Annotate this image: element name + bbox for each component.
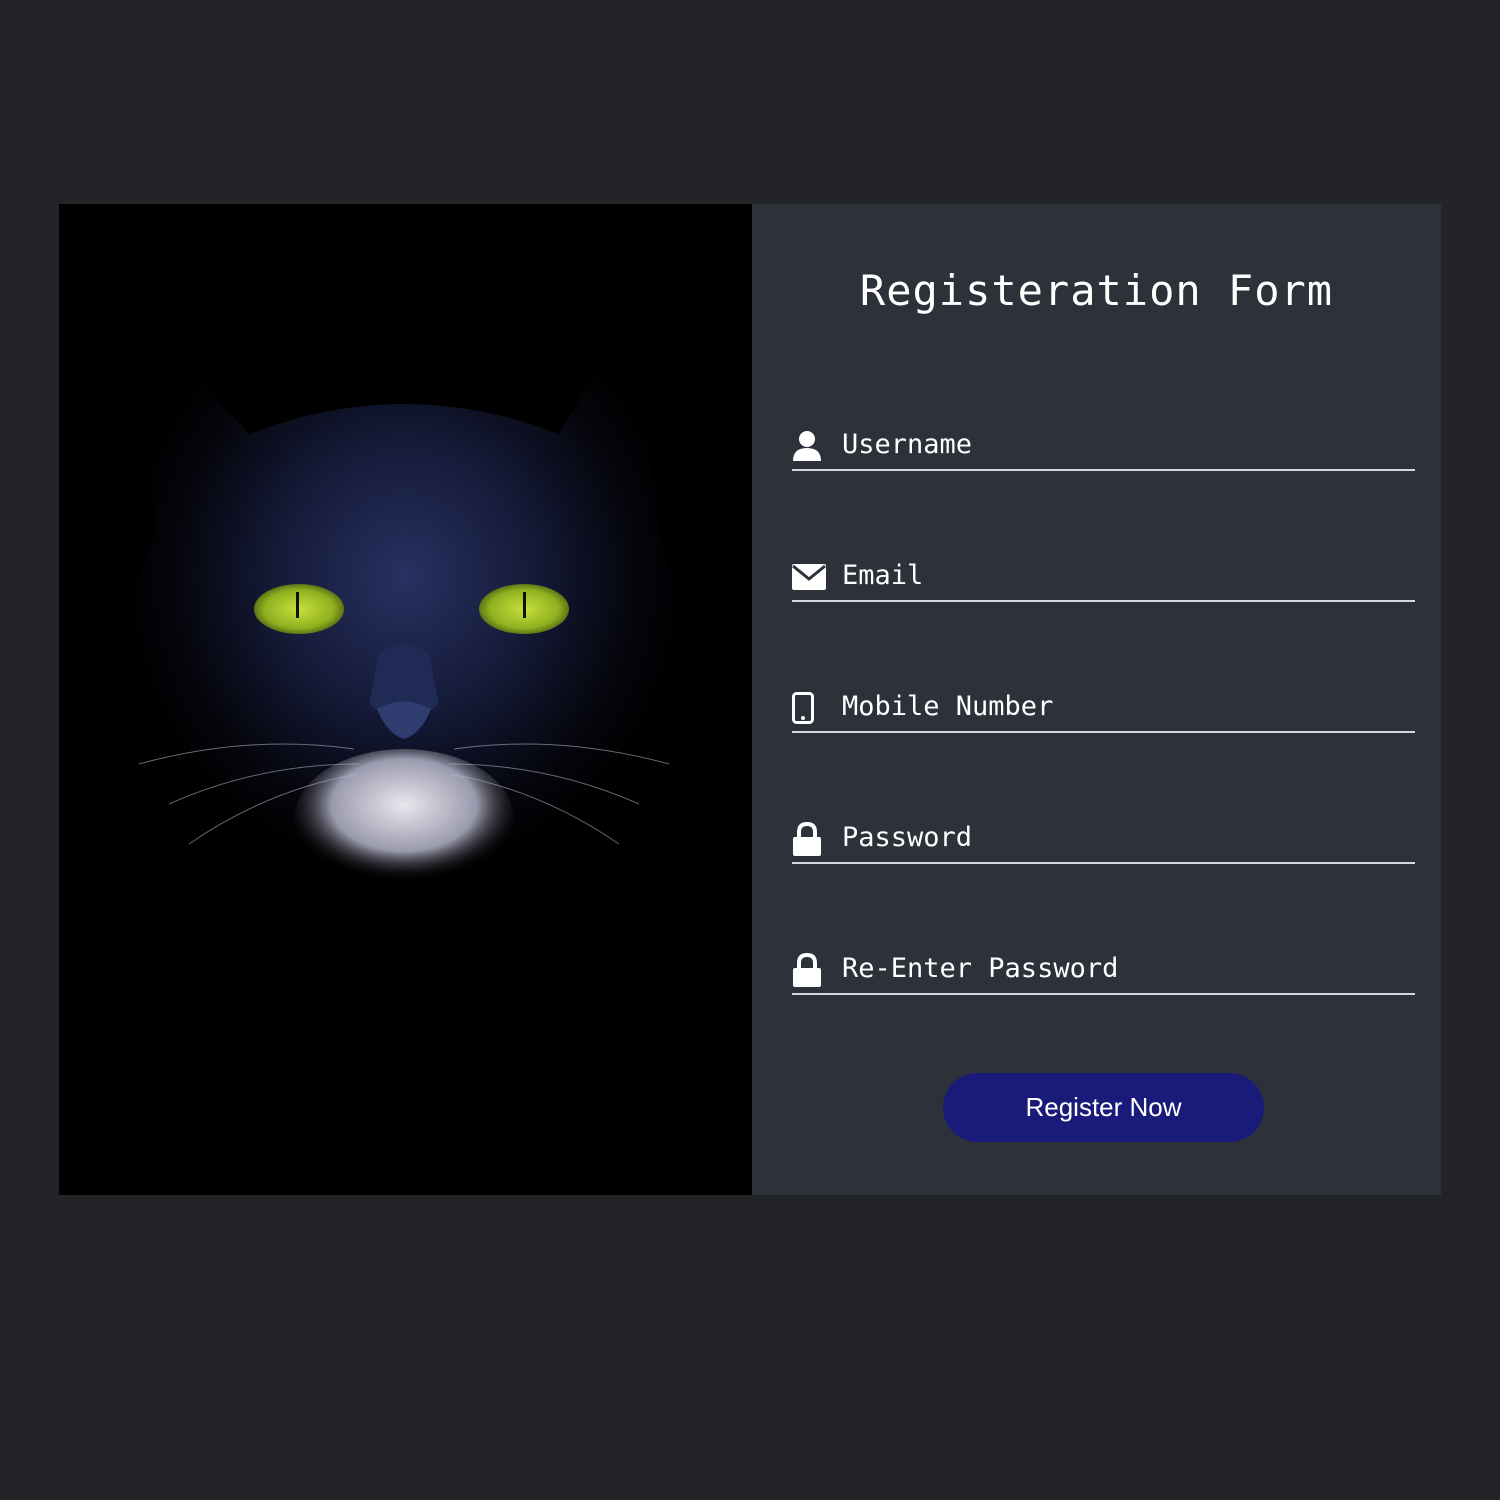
registration-form: Registeration Form Username Email Mobile… xyxy=(752,204,1441,1195)
confirm-password-field-row xyxy=(792,943,1415,995)
mobile-number-input[interactable] xyxy=(842,687,1402,725)
username-field-row xyxy=(792,419,1415,471)
cat-image xyxy=(59,204,752,1195)
username-input[interactable] xyxy=(842,425,1402,463)
form-title: Registeration Form xyxy=(859,266,1334,315)
envelope-icon xyxy=(792,560,826,594)
register-now-button[interactable]: Register Now xyxy=(943,1073,1264,1142)
lock-icon xyxy=(792,953,826,987)
mobile-phone-icon xyxy=(792,691,826,725)
registration-card: Registeration Form Username Email Mobile… xyxy=(59,204,1441,1195)
email-field-row xyxy=(792,550,1415,602)
lock-icon xyxy=(792,822,826,856)
mobile-field-row xyxy=(792,681,1415,733)
password-input[interactable] xyxy=(842,818,1402,856)
confirm-password-input[interactable] xyxy=(842,949,1402,987)
password-field-row xyxy=(792,812,1415,864)
user-icon xyxy=(792,429,826,463)
email-input[interactable] xyxy=(842,556,1402,594)
